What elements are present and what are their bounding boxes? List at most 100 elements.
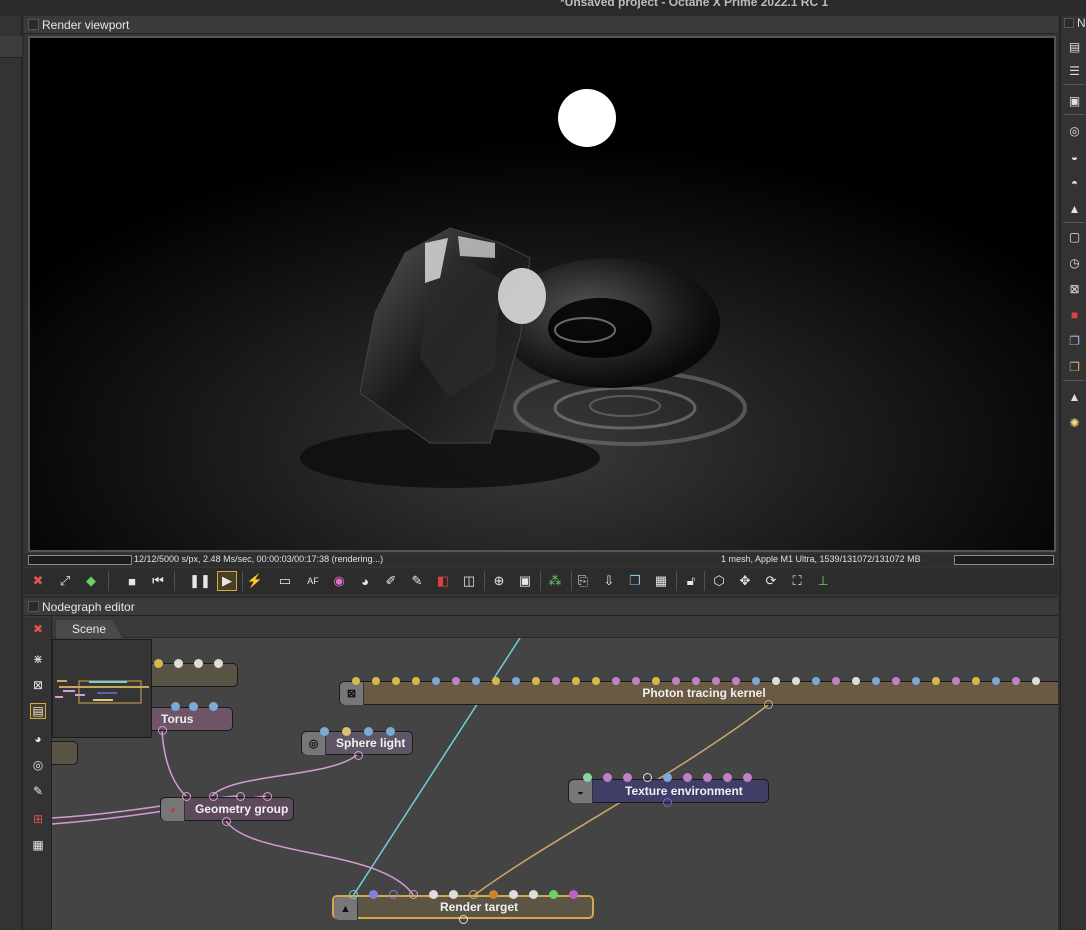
light-icon[interactable]: ✺ xyxy=(1066,414,1083,431)
color-cube-icon[interactable]: ◆ xyxy=(82,572,100,590)
kernel-input-pin[interactable] xyxy=(512,677,520,685)
kernel-input-pin[interactable] xyxy=(732,677,740,685)
geometry-node-icon[interactable]: ◎ xyxy=(30,757,46,773)
kernel-input-pin[interactable] xyxy=(652,677,660,685)
layers-icon[interactable]: ❐ xyxy=(1066,332,1083,349)
kernel-input-pin[interactable] xyxy=(912,677,920,685)
kernel-input-pin[interactable] xyxy=(472,677,480,685)
left-panel-tab[interactable] xyxy=(0,36,22,58)
nodegraph-minimap[interactable] xyxy=(52,639,152,738)
kernel-input-pin[interactable] xyxy=(392,677,400,685)
camera-icon[interactable]: ◎ xyxy=(1066,122,1083,139)
fullscreen-icon[interactable]: ⛶ xyxy=(788,572,806,590)
stop-icon[interactable]: ■ xyxy=(123,572,141,590)
kernel-input-pin[interactable] xyxy=(752,677,760,685)
export-icon[interactable]: ⇩ xyxy=(600,572,618,590)
region-render-icon[interactable]: ⤢ xyxy=(56,572,74,590)
kernel-input-pin[interactable] xyxy=(812,677,820,685)
graph-settings-icon[interactable]: ⊞ xyxy=(30,811,46,827)
kernel-input-pin[interactable] xyxy=(552,677,560,685)
gizmo-icon[interactable]: ⊥ xyxy=(814,572,832,590)
kernel-input-pin[interactable] xyxy=(592,677,600,685)
lightning-icon[interactable]: ⚡ xyxy=(246,572,264,590)
kernel-input-pin[interactable] xyxy=(372,677,380,685)
kernel-input-pin[interactable] xyxy=(792,677,800,685)
stack-icon[interactable]: ❐ xyxy=(1066,358,1083,375)
scene-outliner-icon[interactable]: ▤ xyxy=(1066,38,1083,55)
cube-icon[interactable]: ⬡ xyxy=(710,572,728,590)
output-image-icon[interactable]: ▲ xyxy=(1066,388,1083,405)
arrange-nodes-icon[interactable]: ⋇ xyxy=(30,651,46,667)
monitor-icon[interactable]: ▭ xyxy=(276,572,294,590)
kernel-input-pin[interactable] xyxy=(672,677,680,685)
region-icon[interactable]: ▣ xyxy=(516,572,534,590)
visible-environment-icon[interactable]: ◓ xyxy=(1066,174,1083,191)
image-icon[interactable]: ▣ xyxy=(1066,92,1083,109)
kernel-input-pin[interactable] xyxy=(692,677,700,685)
material-node-icon[interactable]: ◕ xyxy=(30,731,46,747)
copy-icon[interactable]: ❐ xyxy=(626,572,644,590)
kernel-input-pin[interactable] xyxy=(632,677,640,685)
material-picker-icon[interactable]: ◕ xyxy=(356,572,374,590)
kernel-input-pin[interactable] xyxy=(572,677,580,685)
lock-icon[interactable]: 🔓︎ xyxy=(682,572,700,590)
kernel-input-pin[interactable] xyxy=(892,677,900,685)
rotate-icon[interactable]: ⟳ xyxy=(762,572,780,590)
close-graph-icon[interactable]: ✖ xyxy=(30,621,46,637)
render-image[interactable] xyxy=(28,36,1056,552)
kernel-input-pin[interactable] xyxy=(1032,677,1040,685)
texture-node-icon[interactable]: ✎ xyxy=(30,783,46,799)
kernel-input-pin[interactable] xyxy=(972,677,980,685)
play-icon[interactable]: ▶ xyxy=(217,571,237,591)
panel-toggle-box[interactable] xyxy=(28,601,39,612)
window-title: *Unsaved project - Octane X Prime 2022.1… xyxy=(560,0,829,9)
color-wheel-icon[interactable]: ◉ xyxy=(330,572,348,590)
red-cube-icon[interactable]: ■ xyxy=(1066,306,1083,323)
white-balance-icon[interactable]: ✎ xyxy=(408,572,426,590)
kernel-input-pin[interactable] xyxy=(712,677,720,685)
list-icon[interactable]: ☰ xyxy=(1066,62,1083,79)
zoom-icon[interactable]: ⊕ xyxy=(490,572,508,590)
kernel-input-pin[interactable] xyxy=(492,677,500,685)
material-icon[interactable]: ▲ xyxy=(1066,200,1083,217)
kernel-input-pin[interactable] xyxy=(932,677,940,685)
panel-toggle-box[interactable] xyxy=(1064,18,1074,28)
stop-render-icon[interactable]: ✖ xyxy=(29,572,47,590)
clay-icon[interactable]: ◧ xyxy=(434,572,452,590)
move-icon[interactable]: ✥ xyxy=(736,572,754,590)
nodegraph-canvas[interactable]: Torus ⊠ Photon tracing kernel ◎ Sphere l… xyxy=(52,638,1058,930)
kernel-input-pin[interactable] xyxy=(412,677,420,685)
focus-picker-icon[interactable]: ✐ xyxy=(382,572,400,590)
af-icon[interactable]: AF xyxy=(304,572,322,590)
kernel-input-pin[interactable] xyxy=(872,677,880,685)
rewind-icon[interactable]: ⏮ xyxy=(149,572,167,590)
kernel-input-pin[interactable] xyxy=(452,677,460,685)
kernel-input-pin[interactable] xyxy=(832,677,840,685)
kernel-input-pin[interactable] xyxy=(432,677,440,685)
kernel-input-pin[interactable] xyxy=(1012,677,1020,685)
grid-icon[interactable]: ▦ xyxy=(30,837,46,853)
render-settings-icon[interactable]: ▢ xyxy=(1066,228,1083,245)
kernel-icon[interactable]: ⊠ xyxy=(1066,280,1083,297)
kernel-input-pin[interactable] xyxy=(612,677,620,685)
tab-scene[interactable]: Scene xyxy=(56,620,122,638)
minimap-icon[interactable]: ▤ xyxy=(30,703,46,719)
panel-toggle-box[interactable] xyxy=(28,19,39,30)
environment-icon[interactable]: ◒ xyxy=(1066,148,1083,165)
partial-node-left[interactable] xyxy=(52,741,78,765)
clock-icon[interactable]: ◷ xyxy=(1066,254,1083,271)
grid-arrange-icon[interactable]: ⊠ xyxy=(30,677,46,693)
window-titlebar: *Unsaved project - Octane X Prime 2022.1… xyxy=(0,0,1086,16)
kernel-input-pin[interactable] xyxy=(952,677,960,685)
film-region-icon[interactable]: ⁂ xyxy=(546,572,564,590)
denoise-icon[interactable]: ⎘ xyxy=(574,572,592,590)
kernel-input-pin[interactable] xyxy=(852,677,860,685)
panel-header-n: N xyxy=(1077,16,1086,30)
checker-icon[interactable]: ▦ xyxy=(652,572,670,590)
kernel-input-pin[interactable] xyxy=(992,677,1000,685)
kernel-input-pin[interactable] xyxy=(352,677,360,685)
subsample-icon[interactable]: ◫ xyxy=(460,572,478,590)
kernel-input-pin[interactable] xyxy=(772,677,780,685)
kernel-input-pin[interactable] xyxy=(532,677,540,685)
pause-icon[interactable]: ❚❚ xyxy=(189,572,211,590)
